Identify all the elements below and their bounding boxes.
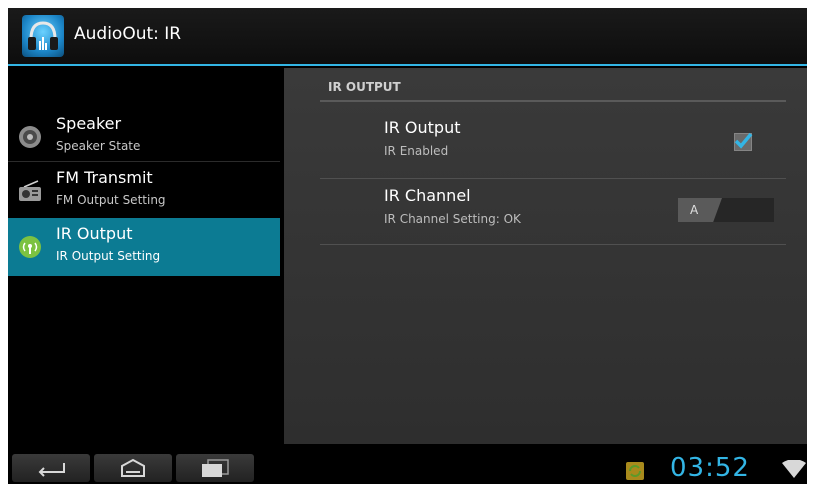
switch-value: A [690, 203, 699, 217]
wifi-icon[interactable] [782, 460, 806, 478]
section-header: IR OUTPUT [328, 80, 401, 94]
device-screen: AudioOut: IR Speaker Speaker State FM Tr… [8, 8, 807, 484]
nav-item-speaker[interactable]: Speaker Speaker State [8, 108, 280, 166]
category-list: Speaker Speaker State FM Transmit FM Out… [8, 66, 280, 438]
clock-time[interactable]: 03:52 [670, 453, 750, 483]
pref-divider [320, 244, 786, 245]
nav-item-ir-output[interactable]: IR Output IR Output Setting [8, 218, 280, 276]
action-bar: AudioOut: IR [8, 8, 807, 66]
pref-summary: IR Enabled [384, 144, 449, 158]
pref-summary: IR Channel Setting: OK [384, 212, 521, 226]
home-button[interactable] [94, 454, 172, 482]
app-title: AudioOut: IR [74, 24, 182, 44]
ir-antenna-icon [18, 235, 42, 259]
nav-item-subtitle: FM Output Setting [56, 193, 166, 207]
pref-divider [320, 178, 786, 179]
ir-channel-switch[interactable]: A [678, 198, 774, 222]
back-button[interactable] [12, 454, 90, 482]
pref-title: IR Channel [384, 186, 471, 205]
recent-apps-icon [202, 459, 229, 477]
sync-icon[interactable] [626, 462, 644, 480]
system-navigation-bar: 03:52 [8, 448, 807, 484]
settings-detail-pane: IR OUTPUT IR Output IR Enabled IR Channe… [284, 68, 807, 444]
switch-thumb[interactable] [678, 198, 722, 222]
home-icon [121, 458, 145, 477]
nav-item-title: Speaker [56, 114, 122, 133]
nav-item-subtitle: IR Output Setting [56, 249, 161, 263]
nav-item-fm-transmit[interactable]: FM Transmit FM Output Setting [8, 162, 280, 220]
headphones-icon[interactable] [22, 15, 64, 57]
ir-output-checkbox[interactable] [734, 132, 753, 151]
back-arrow-icon [38, 463, 65, 477]
nav-item-subtitle: Speaker State [56, 139, 141, 153]
pref-title: IR Output [384, 118, 461, 137]
nav-item-title: FM Transmit [56, 168, 153, 187]
speaker-icon [18, 125, 42, 149]
section-divider [320, 100, 786, 102]
radio-icon [18, 179, 42, 203]
recent-apps-button[interactable] [176, 454, 254, 482]
nav-item-title: IR Output [56, 224, 133, 243]
